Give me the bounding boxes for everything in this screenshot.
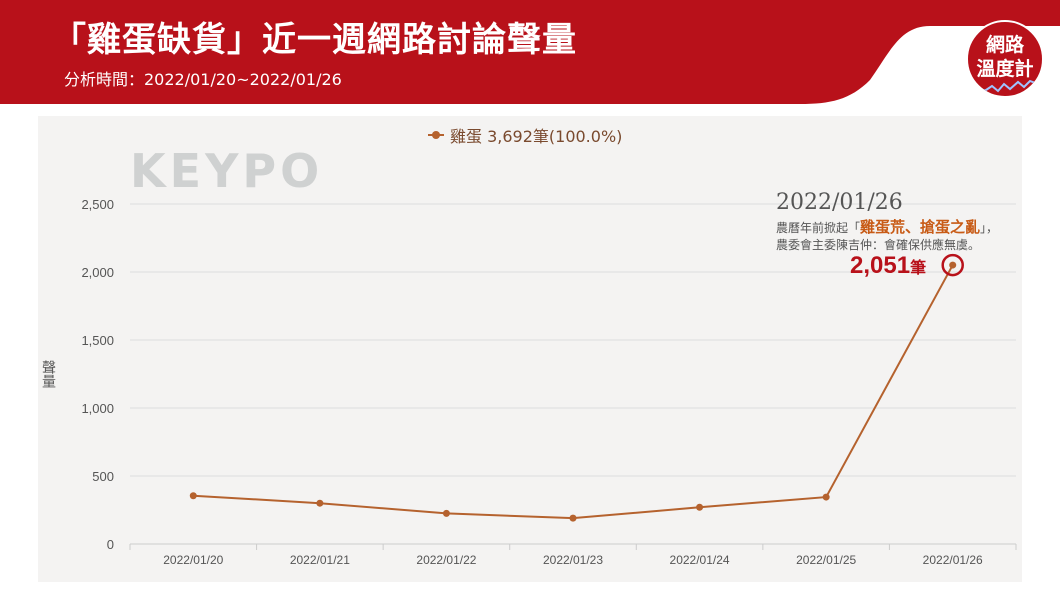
annotation-date: 2022/01/26 [776, 190, 903, 215]
data-point [442, 509, 450, 517]
y-axis-label: 聲量 [40, 360, 56, 388]
x-tick-label: 2022/01/23 [543, 553, 603, 567]
annotation-line-1: 農曆年前掀起「雞蛋荒、搶蛋之亂」， [776, 216, 998, 237]
header-banner: 「雞蛋缺貨」近一週網路討論聲量 分析時間：2022/01/20~2022/01/… [0, 0, 1060, 104]
x-tick-label: 2022/01/20 [163, 553, 223, 567]
badge-text-line2: 溫度計 [976, 58, 1034, 80]
x-tick-label: 2022/01/24 [670, 553, 730, 567]
series-line [193, 264, 954, 520]
annotation-value: 2,051筆 [850, 252, 926, 280]
annotation-highlight: 雞蛋荒、搶蛋之亂 [860, 218, 981, 236]
pulse-icon [975, 79, 1039, 93]
annotation-line-1-prefix: 農曆年前掀起「 [776, 221, 861, 235]
data-point [189, 492, 197, 500]
annotation-value-number: 2,051 [850, 252, 911, 279]
data-point [569, 514, 577, 522]
data-point [822, 493, 830, 501]
y-tick-label: 1,500 [81, 333, 114, 348]
chart-legend[interactable]: 雞蛋 3,692筆(100.0%) [428, 124, 622, 146]
y-tick-label: 1,000 [81, 401, 114, 416]
x-tick-label: 2022/01/22 [416, 553, 476, 567]
x-tick-label: 2022/01/26 [923, 553, 983, 567]
y-tick-label: 2,000 [81, 265, 114, 280]
y-tick-label: 500 [92, 469, 114, 484]
analysis-period: 分析時間：2022/01/20~2022/01/26 [64, 70, 342, 89]
badge-text-line1: 網路 [985, 34, 1024, 56]
keypo-watermark: KEYPO [130, 144, 324, 198]
annotation-value-unit: 筆 [910, 258, 927, 277]
y-tick-label: 0 [107, 537, 114, 552]
legend-label: 雞蛋 3,692筆(100.0%) [450, 127, 623, 146]
annotation-line-1-suffix: 」， [980, 221, 999, 235]
data-point [949, 261, 957, 269]
brand-logo-badge: 網路 溫度計 [966, 20, 1044, 98]
x-tick-label: 2022/01/21 [290, 553, 350, 567]
annotation-line-2: 農委會主委陳吉仲：會確保供應無虞。 [776, 238, 981, 252]
page-title: 「雞蛋缺貨」近一週網路討論聲量 [52, 20, 577, 60]
y-tick-label: 2,500 [81, 197, 114, 212]
legend-marker-icon [428, 130, 444, 140]
data-point [316, 499, 324, 507]
x-tick-label: 2022/01/25 [796, 553, 856, 567]
data-point [696, 503, 704, 511]
